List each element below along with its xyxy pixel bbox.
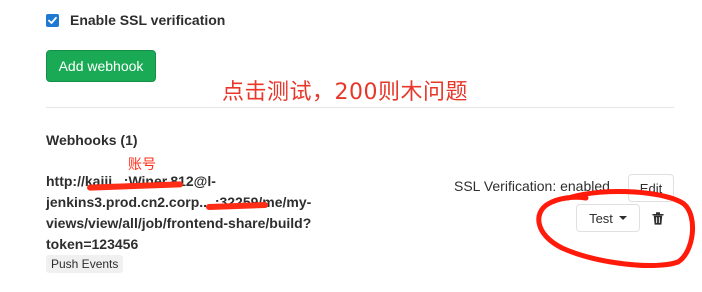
ssl-verification-row[interactable]: Enable SSL verification (46, 12, 225, 28)
ssl-verification-label: Enable SSL verification (70, 12, 226, 28)
divider (46, 107, 674, 108)
annotation-account: 账号 (128, 157, 156, 173)
annotation-circle-scribble (536, 189, 696, 268)
ssl-verification-checkbox[interactable] (46, 13, 59, 27)
check-icon (48, 16, 57, 24)
annotation-test-note: 点击测试，200则木问题 (222, 80, 468, 105)
event-badge-push: Push Events (46, 255, 124, 273)
webhooks-title: Webhooks (1) (46, 132, 138, 148)
add-webhook-button[interactable]: Add webhook (46, 50, 156, 82)
